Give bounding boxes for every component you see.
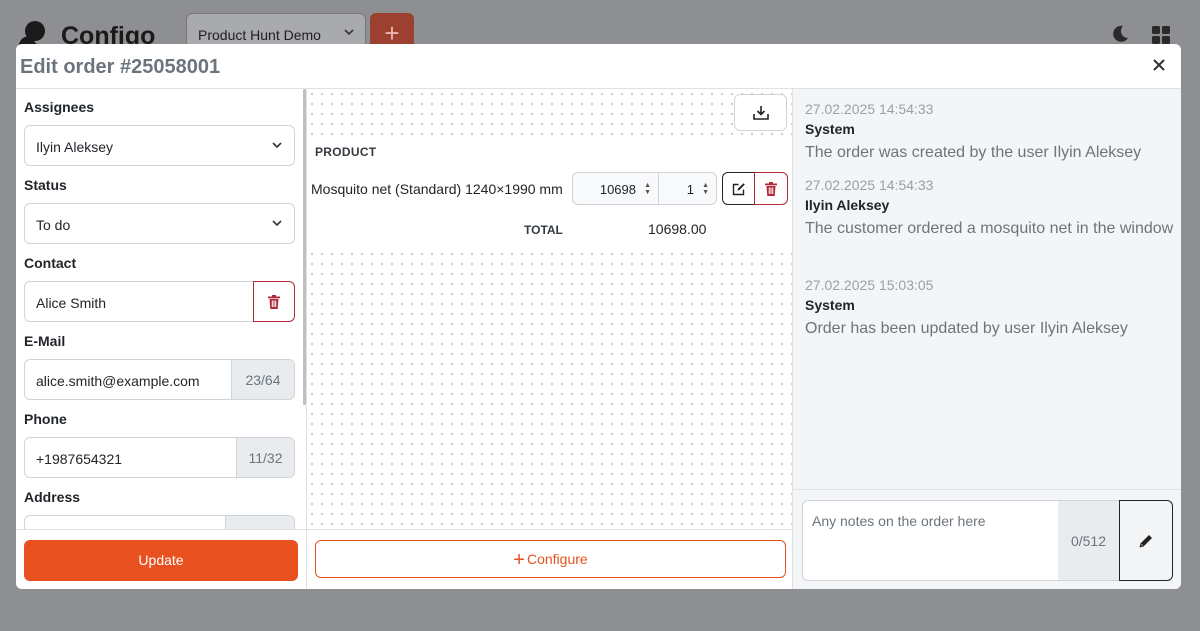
contact-value: Alice Smith (36, 295, 107, 311)
configure-button[interactable]: + Configure (315, 540, 786, 578)
notes-area: Any notes on the order here 0/512 (793, 489, 1181, 589)
status-value: To do (36, 217, 71, 233)
log-author: System (805, 297, 855, 313)
price-value: 10698 (599, 182, 636, 197)
trash-icon (268, 294, 280, 309)
product-name[interactable]: Mosquito net (Standard) 1240×1990 mm (311, 181, 563, 197)
close-icon[interactable] (1151, 57, 1167, 73)
table-row: Mosquito net (Standard) 1240×1990 mm 106… (307, 166, 792, 210)
address-input[interactable] (24, 515, 295, 529)
assignees-select[interactable]: Ilyin Aleksey (24, 125, 295, 166)
email-input[interactable]: alice.smith@example.com 23/64 (24, 359, 295, 400)
log-author: System (805, 121, 855, 137)
phone-value: +1987654321 (36, 451, 123, 467)
chevron-down-icon (272, 220, 282, 227)
phone-input[interactable]: +1987654321 11/32 (24, 437, 295, 478)
product-column-header: PRODUCT (315, 145, 377, 159)
log-timestamp: 27.02.2025 15:03:05 (805, 277, 934, 293)
form-footer: Update (16, 529, 306, 589)
trash-icon (765, 181, 777, 196)
download-button[interactable] (734, 94, 787, 131)
price-input[interactable]: 10698 ▲ ▼ (572, 172, 659, 205)
email-value: alice.smith@example.com (36, 373, 200, 389)
assignees-value: Ilyin Aleksey (36, 139, 114, 155)
products-footer: + Configure (306, 529, 793, 589)
products-panel: PRODUCT Mosquito net (Standard) 1240×199… (306, 89, 793, 529)
phone-char-counter: 11/32 (236, 438, 294, 477)
assignees-label: Assignees (24, 99, 95, 115)
log-timestamp: 27.02.2025 14:54:33 (805, 177, 934, 193)
edit-icon (732, 182, 745, 195)
email-label: E-Mail (24, 333, 66, 349)
configure-label: Configure (526, 551, 588, 567)
phone-label: Phone (24, 411, 67, 427)
log-author: Ilyin Aleksey (805, 197, 890, 213)
chevron-down-icon (344, 29, 354, 36)
status-label: Status (24, 177, 67, 193)
notes-char-counter: 0/512 (1058, 500, 1120, 581)
quantity-value: 1 (686, 182, 694, 197)
status-select[interactable]: To do (24, 203, 295, 244)
send-note-button[interactable] (1119, 500, 1173, 581)
log-message: The order was created by the user Ilyin … (805, 144, 1142, 161)
products-table: PRODUCT Mosquito net (Standard) 1240×199… (307, 136, 792, 250)
notes-textarea[interactable]: Any notes on the order here (802, 500, 1059, 581)
log-entry: 27.02.2025 14:54:33 System The order was… (805, 101, 1175, 165)
update-button[interactable]: Update (24, 540, 298, 581)
address-label: Address (24, 489, 81, 505)
remove-contact-button[interactable] (253, 281, 295, 322)
address-char-counter (225, 516, 294, 529)
log-entry: 27.02.2025 14:54:33 Ilyin Aleksey The cu… (805, 177, 1175, 241)
total-value: 10698.00 (648, 221, 707, 237)
email-char-counter: 23/64 (231, 360, 294, 399)
delete-product-button[interactable] (754, 172, 788, 205)
modal-title: Edit order #25058001 (20, 56, 221, 78)
log-entry: 27.02.2025 15:03:05 System Order has bee… (805, 277, 1175, 341)
total-row: TOTAL 10698.00 (307, 210, 792, 250)
log-timestamp: 27.02.2025 14:54:33 (805, 101, 934, 117)
chevron-down-icon (272, 142, 282, 149)
activity-log: 27.02.2025 14:54:33 System The order was… (793, 89, 1181, 489)
quantity-input[interactable]: 1 ▲ ▼ (658, 172, 717, 205)
order-form: Assignees Ilyin Aleksey Status To do Con… (16, 89, 306, 529)
project-select-value: Product Hunt Demo (198, 27, 321, 43)
apps-grid-icon[interactable] (1152, 26, 1170, 44)
stepper-arrows-icon[interactable]: ▲ ▼ (644, 182, 651, 196)
pen-icon (1139, 534, 1152, 547)
modal-header: Edit order #25058001 (16, 44, 1181, 89)
moon-icon[interactable] (1110, 24, 1130, 44)
stepper-arrows-icon[interactable]: ▲ ▼ (702, 182, 709, 196)
plus-icon: + (513, 549, 525, 571)
log-message: The customer ordered a mosquito net in t… (805, 220, 1174, 237)
contact-label: Contact (24, 255, 77, 271)
total-label: TOTAL (524, 223, 563, 237)
notes-placeholder: Any notes on the order here (812, 513, 986, 529)
edit-product-button[interactable] (722, 172, 755, 205)
download-icon (752, 105, 769, 120)
log-message: Order has been updated by user Ilyin Ale… (805, 320, 1128, 337)
edit-order-modal: Edit order #25058001 Assignees Ilyin Ale… (16, 44, 1181, 589)
contact-input[interactable]: Alice Smith (24, 281, 254, 322)
